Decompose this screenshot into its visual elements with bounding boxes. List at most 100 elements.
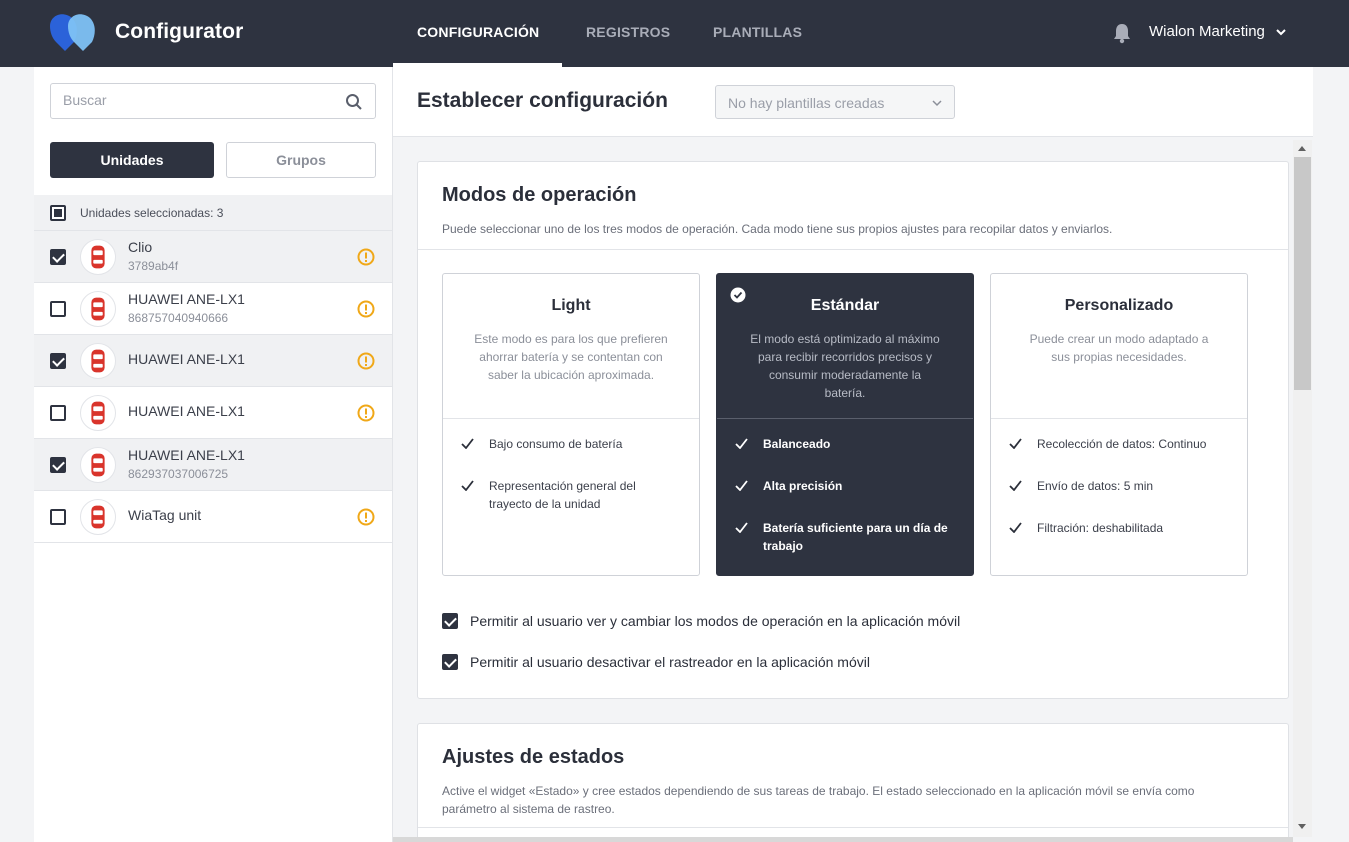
mode-feature: Filtración: deshabilitada bbox=[1009, 519, 1239, 537]
tab-configuracion[interactable]: CONFIGURACIÓN bbox=[417, 24, 539, 40]
unit-id: 862937037006725 bbox=[128, 467, 229, 481]
divider bbox=[991, 418, 1247, 419]
car-avatar-icon bbox=[80, 499, 116, 535]
warning-icon[interactable] bbox=[357, 508, 375, 526]
warning-icon[interactable] bbox=[357, 248, 375, 266]
scroll-up-arrow-icon[interactable] bbox=[1297, 144, 1307, 152]
select-all-checkbox[interactable] bbox=[50, 205, 66, 221]
unit-checkbox[interactable] bbox=[50, 457, 66, 473]
unit-row[interactable]: WiaTag unit bbox=[34, 491, 392, 543]
mode-feature: Balanceado bbox=[735, 435, 965, 453]
mode-option-estandar[interactable]: Estándar El modo está optimizado al máxi… bbox=[716, 273, 974, 576]
search-input[interactable] bbox=[63, 92, 333, 108]
states-settings-card: Ajustes de estados Active el widget «Est… bbox=[417, 723, 1289, 842]
unit-row[interactable]: Clio 3789ab4f bbox=[34, 231, 392, 283]
units-segment-button[interactable]: Unidades bbox=[50, 142, 214, 178]
unit-name: HUAWEI ANE-LX1 bbox=[128, 351, 245, 367]
scrollbar-thumb[interactable] bbox=[1294, 157, 1311, 390]
mode-title: Estándar bbox=[810, 297, 880, 314]
car-avatar-icon bbox=[80, 239, 116, 275]
divider bbox=[717, 418, 973, 419]
mode-feature: Representación general del trayecto de l… bbox=[461, 477, 691, 513]
operation-modes-card: Modos de operación Puede seleccionar uno… bbox=[417, 161, 1289, 699]
mode-title: Personalizado bbox=[1064, 297, 1174, 314]
divider bbox=[418, 249, 1288, 250]
check-icon bbox=[1009, 438, 1022, 449]
page-title: Establecer configuración bbox=[417, 89, 668, 112]
mode-feature: Alta precisión bbox=[735, 477, 965, 495]
permission-checkbox[interactable] bbox=[442, 654, 458, 670]
mode-option-light[interactable]: Light Este modo es para los que prefiere… bbox=[442, 273, 700, 576]
card-title: Modos de operación bbox=[442, 184, 637, 206]
units-sidebar: Unidades Grupos Unidades seleccionadas: … bbox=[34, 67, 393, 842]
unit-row[interactable]: HUAWEI ANE-LX1 bbox=[34, 387, 392, 439]
search-box bbox=[50, 83, 376, 119]
template-select-value: No hay plantillas creadas bbox=[728, 95, 885, 111]
unit-id: 868757040940666 bbox=[128, 311, 229, 325]
heart-logo-icon[interactable] bbox=[48, 12, 102, 52]
unit-row[interactable]: HUAWEI ANE-LX1 862937037006725 bbox=[34, 439, 392, 491]
permission-label: Permitir al usuario ver y cambiar los mo… bbox=[470, 613, 961, 629]
selection-summary-text: Unidades seleccionadas: 3 bbox=[80, 206, 224, 220]
mode-feature: Recolección de datos: Continuo bbox=[1009, 435, 1239, 453]
top-header: Configurator CONFIGURACIÓN REGISTROS PLA… bbox=[0, 0, 1349, 67]
scroll-down-arrow-icon[interactable] bbox=[1297, 823, 1307, 831]
app-title: Configurator bbox=[115, 20, 244, 43]
tab-registros[interactable]: REGISTROS bbox=[586, 24, 670, 40]
unit-name: HUAWEI ANE-LX1 bbox=[128, 291, 245, 307]
unit-row[interactable]: HUAWEI ANE-LX1 868757040940666 bbox=[34, 283, 392, 335]
permission-label: Permitir al usuario desactivar el rastre… bbox=[470, 654, 870, 670]
search-icon[interactable] bbox=[345, 93, 363, 111]
car-avatar-icon bbox=[80, 291, 116, 327]
main-toolbar: Establecer configuración No hay plantill… bbox=[393, 67, 1313, 137]
permission-checkbox[interactable] bbox=[442, 613, 458, 629]
check-icon bbox=[461, 480, 474, 491]
card-description: Active el widget «Estado» y cree estados… bbox=[442, 784, 1195, 816]
unit-name: Clio bbox=[128, 239, 153, 255]
check-icon bbox=[1009, 480, 1022, 491]
check-icon bbox=[735, 480, 748, 491]
unit-name: HUAWEI ANE-LX1 bbox=[128, 447, 245, 463]
unit-checkbox[interactable] bbox=[50, 353, 66, 369]
check-icon bbox=[461, 438, 474, 449]
check-icon bbox=[1009, 522, 1022, 533]
template-select[interactable]: No hay plantillas creadas bbox=[715, 85, 955, 119]
mode-description: El modo está optimizado al máximo para r… bbox=[750, 332, 940, 400]
selection-summary-bar: Unidades seleccionadas: 3 bbox=[34, 195, 392, 231]
unit-checkbox[interactable] bbox=[50, 249, 66, 265]
car-avatar-icon bbox=[80, 343, 116, 379]
mode-title: Light bbox=[551, 297, 591, 314]
check-icon bbox=[735, 522, 748, 533]
unit-row[interactable]: HUAWEI ANE-LX1 bbox=[34, 335, 392, 387]
check-icon bbox=[735, 438, 748, 449]
unit-checkbox[interactable] bbox=[50, 405, 66, 421]
horizontal-scroll-edge bbox=[393, 837, 1293, 842]
groups-segment-button[interactable]: Grupos bbox=[226, 142, 376, 178]
divider bbox=[418, 827, 1288, 828]
warning-icon[interactable] bbox=[357, 404, 375, 422]
mode-feature: Envío de datos: 5 min bbox=[1009, 477, 1239, 495]
car-avatar-icon bbox=[80, 447, 116, 483]
unit-id: 3789ab4f bbox=[128, 259, 179, 273]
card-title: Ajustes de estados bbox=[442, 746, 625, 768]
unit-checkbox[interactable] bbox=[50, 301, 66, 317]
warning-icon[interactable] bbox=[357, 352, 375, 370]
divider bbox=[443, 418, 699, 419]
mode-description: Este modo es para los que prefieren ahor… bbox=[474, 332, 668, 382]
mode-feature: Batería suficiente para un día de trabaj… bbox=[735, 519, 965, 555]
unit-name: HUAWEI ANE-LX1 bbox=[128, 403, 245, 419]
mode-option-personalizado[interactable]: Personalizado Puede crear un modo adapta… bbox=[990, 273, 1248, 576]
unit-name: WiaTag unit bbox=[128, 507, 202, 523]
card-description: Puede seleccionar uno de los tres modos … bbox=[442, 222, 1113, 236]
main-scrollbar[interactable] bbox=[1293, 140, 1312, 837]
warning-icon[interactable] bbox=[357, 300, 375, 318]
tab-plantillas[interactable]: PLANTILLAS bbox=[713, 24, 802, 40]
car-avatar-icon bbox=[80, 395, 116, 431]
unit-checkbox[interactable] bbox=[50, 509, 66, 525]
bell-icon[interactable] bbox=[1112, 22, 1132, 44]
mode-description: Puede crear un modo adaptado a sus propi… bbox=[1029, 332, 1209, 364]
chevron-down-icon[interactable] bbox=[1275, 26, 1287, 38]
chevron-down-icon bbox=[932, 100, 942, 107]
mode-feature: Bajo consumo de batería bbox=[461, 435, 691, 453]
user-menu-name[interactable]: Wialon Marketing bbox=[1149, 23, 1265, 40]
